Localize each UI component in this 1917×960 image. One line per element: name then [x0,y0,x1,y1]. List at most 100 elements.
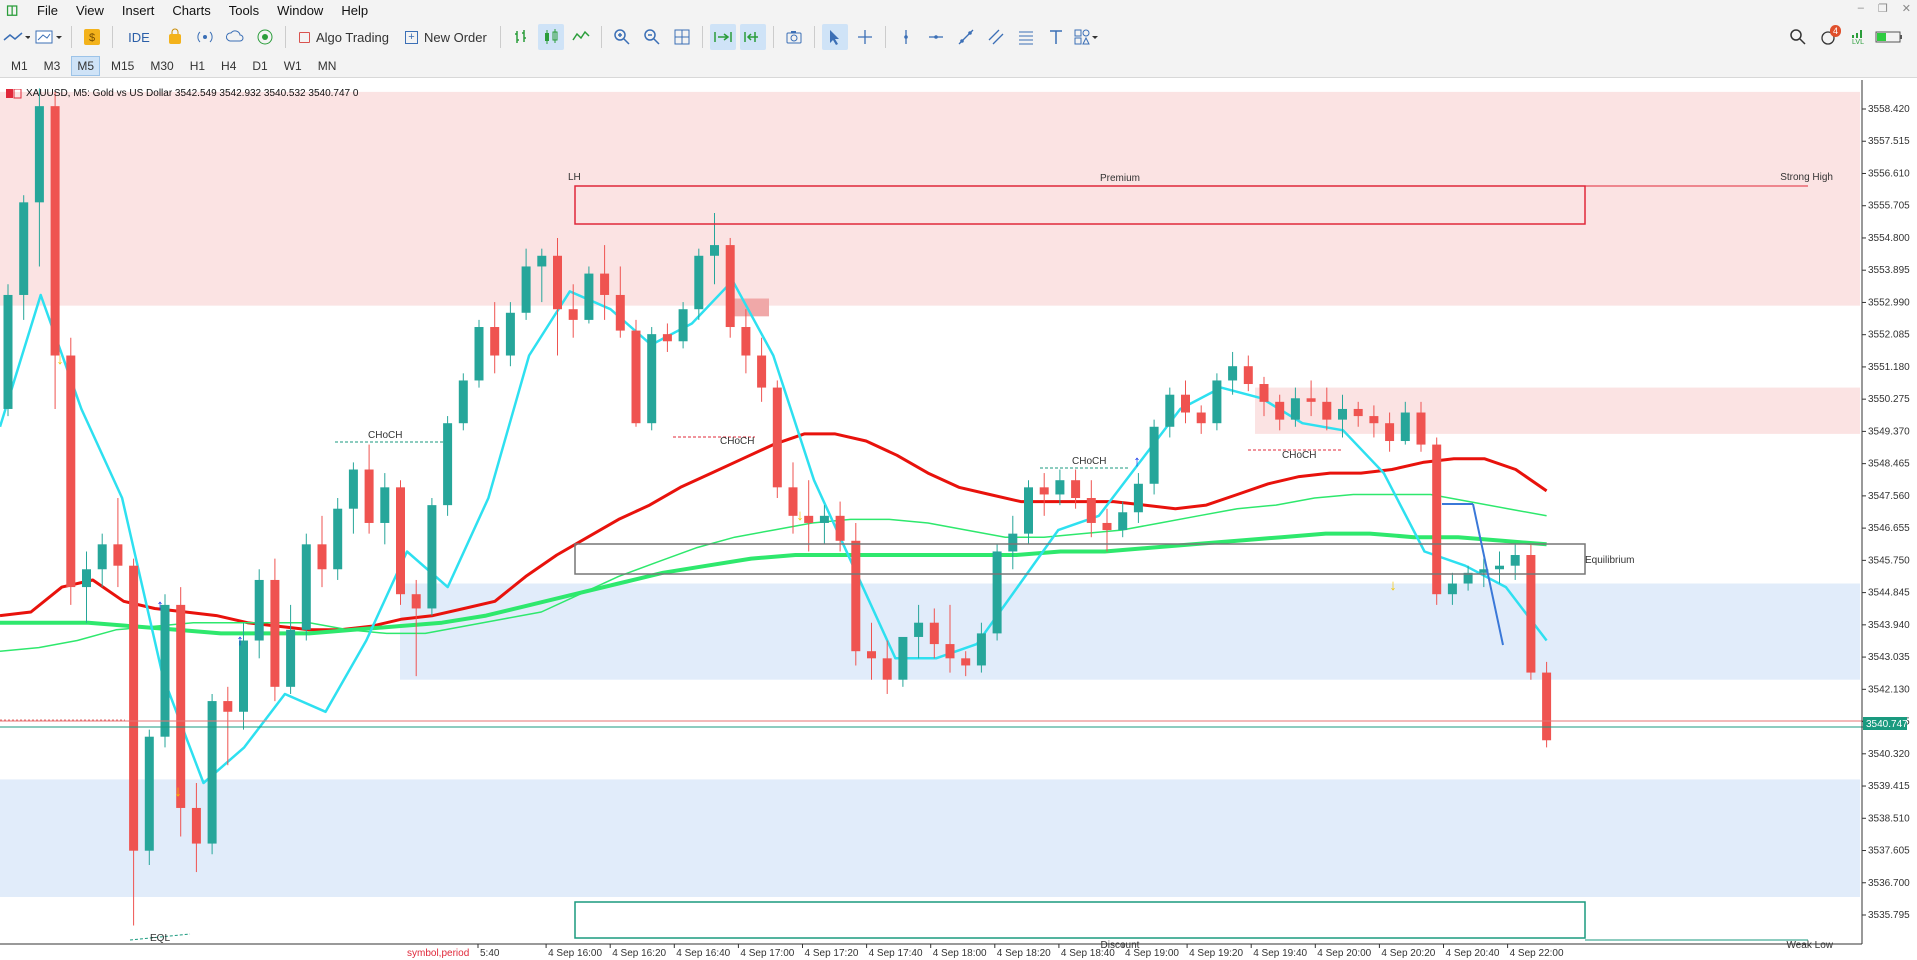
tf-mn[interactable]: MN [313,57,342,75]
candle-bearish [1416,412,1426,445]
tf-m30[interactable]: M30 [145,57,178,75]
price-tick-label: 3553.895 [1868,265,1910,276]
search-icon[interactable] [1785,24,1811,50]
candle-bearish [568,309,578,320]
shapes-dropdown-icon[interactable] [1073,24,1099,50]
tf-m15[interactable]: M15 [106,57,139,75]
price-tick-label: 3535.795 [1868,910,1910,921]
equilibrium-label: Equilibrium [1585,555,1634,566]
menu-help[interactable]: Help [332,3,377,18]
tf-d1[interactable]: D1 [247,57,272,75]
candle-bearish [1243,366,1253,385]
time-tick-label: 4 Sep 19:00 [1125,948,1179,959]
price-tick-label: 3536.700 [1868,878,1910,889]
tf-m1[interactable]: M1 [6,57,33,75]
candle-bullish [160,604,170,737]
time-tick-label: 4 Sep 16:00 [548,948,602,959]
trendline-icon[interactable] [953,24,979,50]
time-axis[interactable]: 5:40 4 Sep 16:00 4 Sep 16:20 4 Sep 16:40 4 S… [477,944,1564,959]
vps-cloud-icon[interactable] [222,24,248,50]
candle-bullish [1290,398,1300,420]
symbol-info: XAUUSD, M5: Gold vs US Dollar 3542.549 3… [6,88,358,99]
tile-windows-icon[interactable] [669,24,695,50]
time-tick-label: 4 Sep 18:40 [1061,948,1115,959]
candlestick-icon[interactable] [537,24,564,50]
candle-bearish [66,355,76,588]
menu-insert[interactable]: Insert [113,3,164,18]
menu-window[interactable]: Window [268,3,332,18]
line-chart-icon[interactable] [568,24,594,50]
ide-button[interactable]: IDE [120,24,158,50]
candle-bearish [1181,394,1190,413]
candle-bearish [396,487,405,595]
time-tick-label: 4 Sep 19:20 [1189,948,1243,959]
chart-shift-icon[interactable] [739,24,766,50]
tf-h4[interactable]: H4 [216,57,241,75]
channel-icon[interactable] [983,24,1009,50]
candle-bearish [1306,398,1316,402]
menu-charts[interactable]: Charts [163,3,219,18]
tf-w1[interactable]: W1 [279,57,307,75]
minimize-icon[interactable]: – [1858,2,1864,15]
text-tool-icon[interactable] [1043,24,1069,50]
auto-scroll-icon[interactable] [709,24,736,50]
crosshair-icon[interactable] [852,24,878,50]
price-tick-label: 3548.465 [1868,459,1910,470]
choch-label-3: CHoCH [1072,456,1106,467]
candle-bullish [1338,408,1347,420]
screenshot-icon[interactable] [781,24,807,50]
candle-bullish [380,487,390,523]
dollar-icon[interactable]: $ [79,24,105,50]
choch-label-1: CHoCH [368,430,402,441]
price-tick-label: 3549.370 [1868,426,1910,437]
tf-m3[interactable]: M3 [39,57,66,75]
menu-file[interactable]: File [28,3,67,18]
candle-bearish [662,334,672,342]
candle-bearish [961,658,971,666]
tf-h1[interactable]: H1 [185,57,210,75]
zoom-out-icon[interactable] [639,24,665,50]
candle-bullish [914,622,924,637]
notifications-button[interactable]: 4 [1815,24,1841,50]
choch-label-4: CHoCH [1282,450,1316,461]
discount-box[interactable] [574,901,1586,939]
market-bag-icon[interactable] [162,24,188,50]
zoom-in-icon[interactable] [609,24,635,50]
menu-tools[interactable]: Tools [220,3,268,18]
candle-bullish [19,202,29,295]
time-tick-label: 4 Sep 17:20 [805,948,859,959]
chart-window[interactable]: Premium Strong High LH Equilibrium Disco… [0,80,1917,960]
candle-bullish [521,266,531,313]
price-tick-label: 3555.705 [1868,201,1910,212]
candle-bullish [584,273,594,320]
signals-icon[interactable] [192,24,218,50]
price-chart[interactable]: Premium Strong High LH Equilibrium Disco… [0,80,1917,960]
cursor-icon[interactable] [821,24,848,50]
tf-m5[interactable]: M5 [71,55,101,76]
restore-icon[interactable]: ❐ [1878,2,1888,15]
price-tick-label: 3537.605 [1868,846,1910,857]
premium-zone [0,91,1860,306]
menu-view[interactable]: View [67,3,113,18]
fibonacci-icon[interactable] [1013,24,1039,50]
horizontal-line-icon[interactable] [923,24,949,50]
candle-bearish [1526,555,1536,673]
candle-bearish [364,469,374,523]
bar-chart-icon[interactable] [508,24,534,50]
algo-trading-button[interactable]: Algo Trading [293,24,395,50]
community-icon[interactable] [252,24,278,50]
signal-label: LVL [1852,38,1864,46]
close-icon[interactable]: ✕ [1902,2,1911,15]
svg-text:$: $ [89,32,95,44]
signal-strength-button[interactable]: LVL [1845,24,1871,50]
templates-dropdown[interactable] [34,24,64,50]
candle-bearish [1369,416,1379,424]
price-axis[interactable]: 3558.420 3557.515 3556.610 3555.705 3554.800… [1862,104,1910,921]
vertical-line-icon[interactable] [893,24,919,50]
choch-label-2: CHoCH [720,436,754,447]
new-order-button[interactable]: + New Order [399,24,493,50]
candle-bullish [474,327,484,381]
candle-bullish [1133,483,1143,513]
price-tick-label: 3542.130 [1868,684,1910,695]
chart-type-dropdown[interactable] [2,24,30,50]
